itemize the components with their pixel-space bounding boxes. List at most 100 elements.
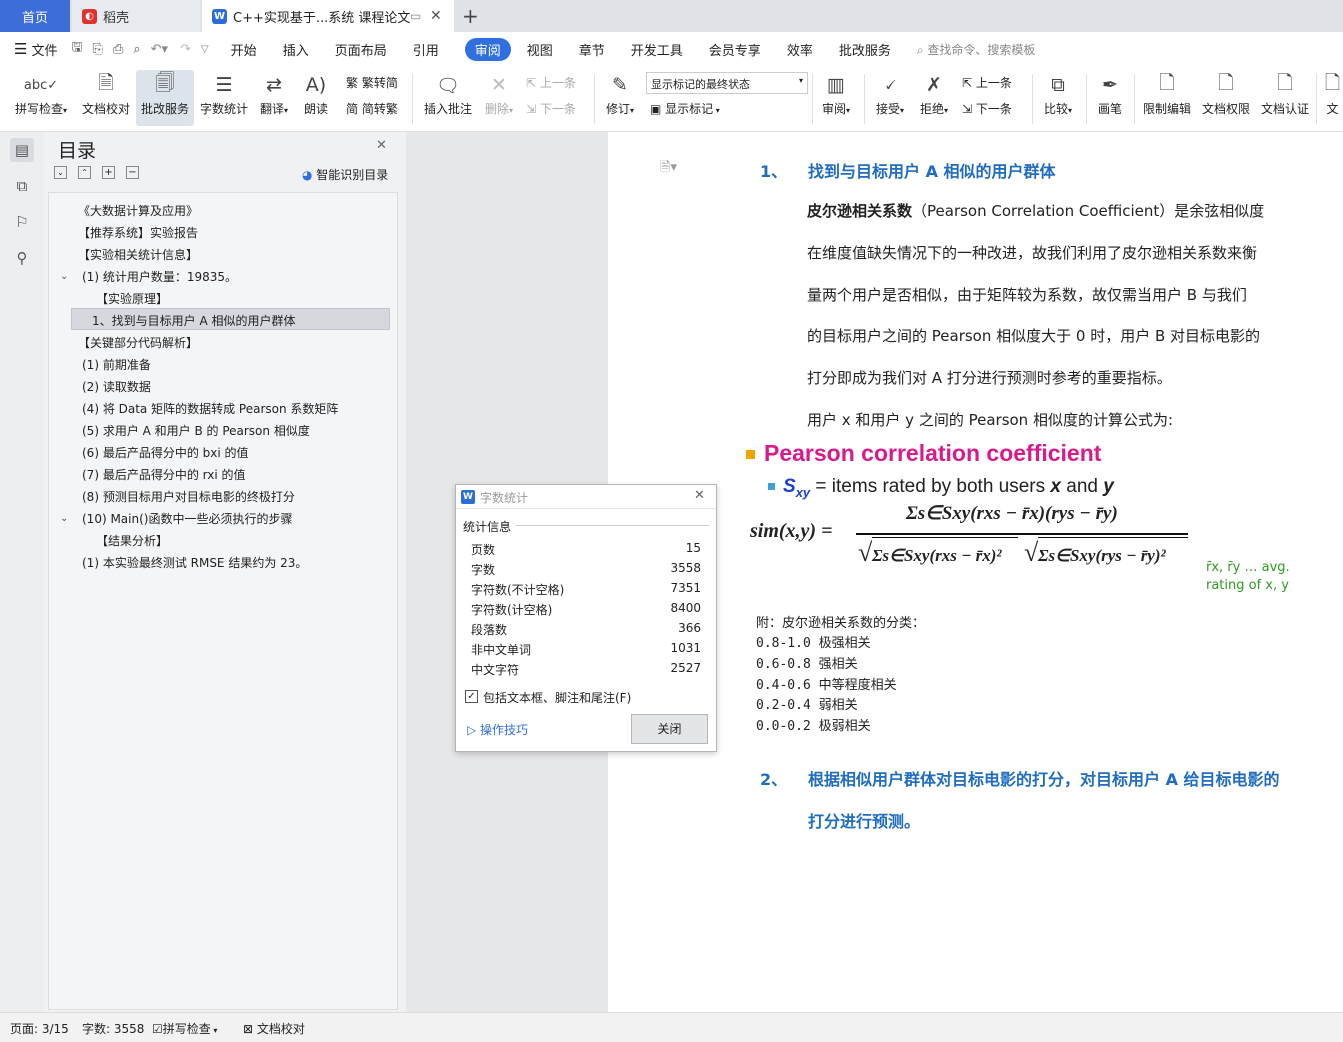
new-tab-icon[interactable]: +	[462, 4, 479, 28]
restrict-edit-button[interactable]: 🗋 限制编辑	[1140, 70, 1194, 117]
next-comment-button[interactable]: ⇲ 下一条	[526, 100, 576, 117]
preview-icon[interactable]: ⌕	[133, 42, 140, 57]
toc-item-0[interactable]: 《大数据计算及应用》	[78, 202, 198, 219]
dialog-close-icon[interactable]: ✕	[694, 488, 705, 503]
collapse-all-icon[interactable]: ⌃	[78, 166, 91, 179]
tips-link[interactable]: ▷ 操作技巧	[467, 721, 528, 738]
navigation-pane-icon[interactable]: ⧉	[10, 174, 34, 198]
word-count-indicator[interactable]: 字数: 3558	[82, 1020, 144, 1037]
tips-label: 操作技巧	[480, 723, 529, 737]
paragraph-options-icon[interactable]: 🗎▾	[660, 158, 677, 180]
revise-button[interactable]: ✎ 修订▾	[602, 70, 638, 117]
quick-access-dropdown-icon[interactable]: ▽	[201, 44, 209, 55]
markup-state-select[interactable]: 显示标记的最终状态 ▾	[646, 72, 808, 94]
spell-check-status[interactable]: ☑拼写检查 ▾	[152, 1020, 217, 1037]
compare-button[interactable]: ⧉ 比较▾	[1038, 70, 1078, 117]
insert-comment-button[interactable]: 🗨 插入批注	[422, 70, 474, 117]
show-markup-button[interactable]: ▣ 显示标记 ▾	[650, 100, 720, 117]
toc-item-9[interactable]: (4) 将 Data 矩阵的数据转成 Pearson 系数矩阵	[82, 400, 338, 417]
remove-heading-icon[interactable]: −	[126, 166, 139, 179]
undo-icon[interactable]: ↶▾	[151, 42, 168, 57]
menu-item-0[interactable]: 开始	[231, 40, 257, 59]
toc-item-16[interactable]: (1) 本实验最终测试 RMSE 结果约为 23。	[82, 554, 307, 571]
export-icon[interactable]: ⎘	[93, 42, 103, 57]
toc-item-10[interactable]: (5) 求用户 A 和用户 B 的 Pearson 相似度	[82, 422, 310, 439]
review-pane-button[interactable]: ▥ 审阅▾	[816, 70, 856, 117]
translate-button[interactable]: ⇄ 翻译▾	[256, 70, 292, 117]
stat-value: 15	[685, 541, 701, 555]
stat-label: 字符数(计空格)	[471, 603, 553, 617]
close-button[interactable]: 关闭	[631, 714, 708, 744]
appendix-line-2: 0.4-0.6 中等程度相关	[756, 678, 897, 693]
command-search[interactable]: ⌕ 查找命令、搜索模板	[917, 41, 1036, 58]
toc-item-13[interactable]: (8) 预测目标用户对目标电影的终极打分	[82, 488, 295, 505]
doc-permission-button[interactable]: 🗋 文档权限	[1200, 70, 1252, 117]
menu-item-4-active[interactable]: 审阅	[464, 37, 511, 61]
toc-item-6[interactable]: 【关键部分代码解析】	[78, 334, 198, 351]
next-change-button[interactable]: ⇲ 下一条	[962, 100, 1012, 117]
reject-button[interactable]: ✗ 拒绝▾	[914, 70, 954, 117]
toc-pane-icon[interactable]: ▤	[10, 138, 34, 162]
redo-icon[interactable]: ↷	[180, 42, 191, 57]
trad-to-simp-button[interactable]: 繁 繁转简	[346, 74, 398, 91]
tab-home[interactable]: 首页	[0, 0, 70, 32]
status-bar: 页面: 3/15 字数: 3558 ☑拼写检查 ▾ ⊠ 文档校对	[0, 1012, 1343, 1042]
toc-item-2[interactable]: 【实验相关统计信息】	[78, 246, 198, 263]
doc-cert-button[interactable]: 🗋 文档认证	[1258, 70, 1312, 117]
word-count-button[interactable]: ☰ 字数统计	[198, 70, 250, 117]
toc-close-icon[interactable]: ✕	[376, 138, 387, 153]
correction-service-button[interactable]: 🗐 批改服务	[136, 70, 194, 126]
toc-item-1[interactable]: 【推荐系统】实验报告	[78, 224, 198, 241]
tab-close-icon[interactable]: ✕	[430, 8, 442, 24]
formula-denominator-1: Σs∈Sxy(rxs − r̄x)²	[872, 546, 1002, 565]
toc-item-15[interactable]: 【结果分析】	[96, 532, 168, 549]
menu-item-6[interactable]: 章节	[579, 40, 605, 59]
toc-item-7[interactable]: (1) 前期准备	[82, 356, 151, 373]
delete-comment-button[interactable]: ✕ 删除▾	[480, 70, 518, 117]
toc-item-12[interactable]: (7) 最后产品得分中的 rxi 的值	[82, 466, 246, 483]
accept-button[interactable]: 🗸 接受▾	[870, 70, 910, 117]
tab-daoke[interactable]: ◐ 稻壳	[72, 0, 200, 32]
prev-change-button[interactable]: ⇱ 上一条	[962, 74, 1012, 91]
menu-item-1[interactable]: 插入	[283, 40, 309, 59]
bookmark-icon[interactable]: ⚐	[10, 210, 34, 234]
doc-proof-button[interactable]: 🗎 文档校对	[80, 70, 132, 117]
toc-item-5-selected[interactable]: 1、找到与目标用户 A 相似的用户群体	[92, 312, 295, 329]
tab-document[interactable]: W C++实现基于...系统 课程论文 ▭ ✕	[202, 0, 454, 32]
hamburger-icon[interactable]: ☰	[14, 40, 27, 58]
toc-collapse-icon[interactable]: ⌄	[60, 513, 68, 524]
document-page[interactable]: 🗎▾ 1、 找到与目标用户 A 相似的用户群体 皮尔逊相关系数（Pearson …	[608, 132, 1343, 1012]
read-aloud-button[interactable]: A) 朗读	[300, 70, 332, 117]
add-heading-icon[interactable]: +	[102, 166, 115, 179]
menu-item-2[interactable]: 页面布局	[335, 40, 387, 59]
menu-item-7[interactable]: 开发工具	[631, 40, 683, 59]
toc-item-3[interactable]: (1) 统计用户数量：19835。	[82, 268, 237, 285]
doc-proof-status[interactable]: ⊠ 文档校对	[243, 1020, 305, 1037]
stat-row: 段落数 366	[471, 621, 701, 638]
print-icon[interactable]: ⎙	[113, 42, 123, 57]
menu-item-8[interactable]: 会员专享	[709, 40, 761, 59]
toc-item-4[interactable]: 【实验原理】	[96, 290, 168, 307]
spell-check-button[interactable]: abc✓ 拼写检查▾	[10, 70, 72, 117]
sqrt-bar	[1038, 537, 1188, 538]
menu-item-10[interactable]: 批改服务	[839, 40, 891, 59]
menu-item-9[interactable]: 效率	[787, 40, 813, 59]
menu-item-5[interactable]: 视图	[527, 40, 553, 59]
smart-toc-button[interactable]: ◕ 智能识别目录	[302, 166, 388, 183]
toc-item-8[interactable]: (2) 读取数据	[82, 378, 151, 395]
doc-more-button[interactable]: 🗋 文	[1322, 70, 1343, 117]
toc-collapse-icon[interactable]: ⌄	[60, 271, 68, 282]
prev-comment-button[interactable]: ⇱ 上一条	[526, 74, 576, 91]
simp-to-trad-button[interactable]: 简 简转繁	[346, 100, 398, 117]
menu-item-3[interactable]: 引用	[413, 40, 439, 59]
expand-all-icon[interactable]: ⌄	[54, 166, 67, 179]
search-icon[interactable]: ⚲	[10, 246, 34, 270]
toc-item-11[interactable]: (6) 最后产品得分中的 bxi 的值	[82, 444, 249, 461]
tab-minimize-icon[interactable]: ▭	[410, 9, 421, 23]
pen-button[interactable]: ✒ 画笔	[1092, 70, 1128, 117]
menu-file[interactable]: 文件	[31, 40, 57, 59]
save-icon[interactable]: 🖫	[71, 38, 82, 60]
page-indicator[interactable]: 页面: 3/15	[10, 1020, 69, 1037]
include-textbox-checkbox[interactable]: ✓	[465, 690, 478, 703]
toc-item-14[interactable]: (10) Main()函数中一些必须执行的步骤	[82, 510, 292, 527]
